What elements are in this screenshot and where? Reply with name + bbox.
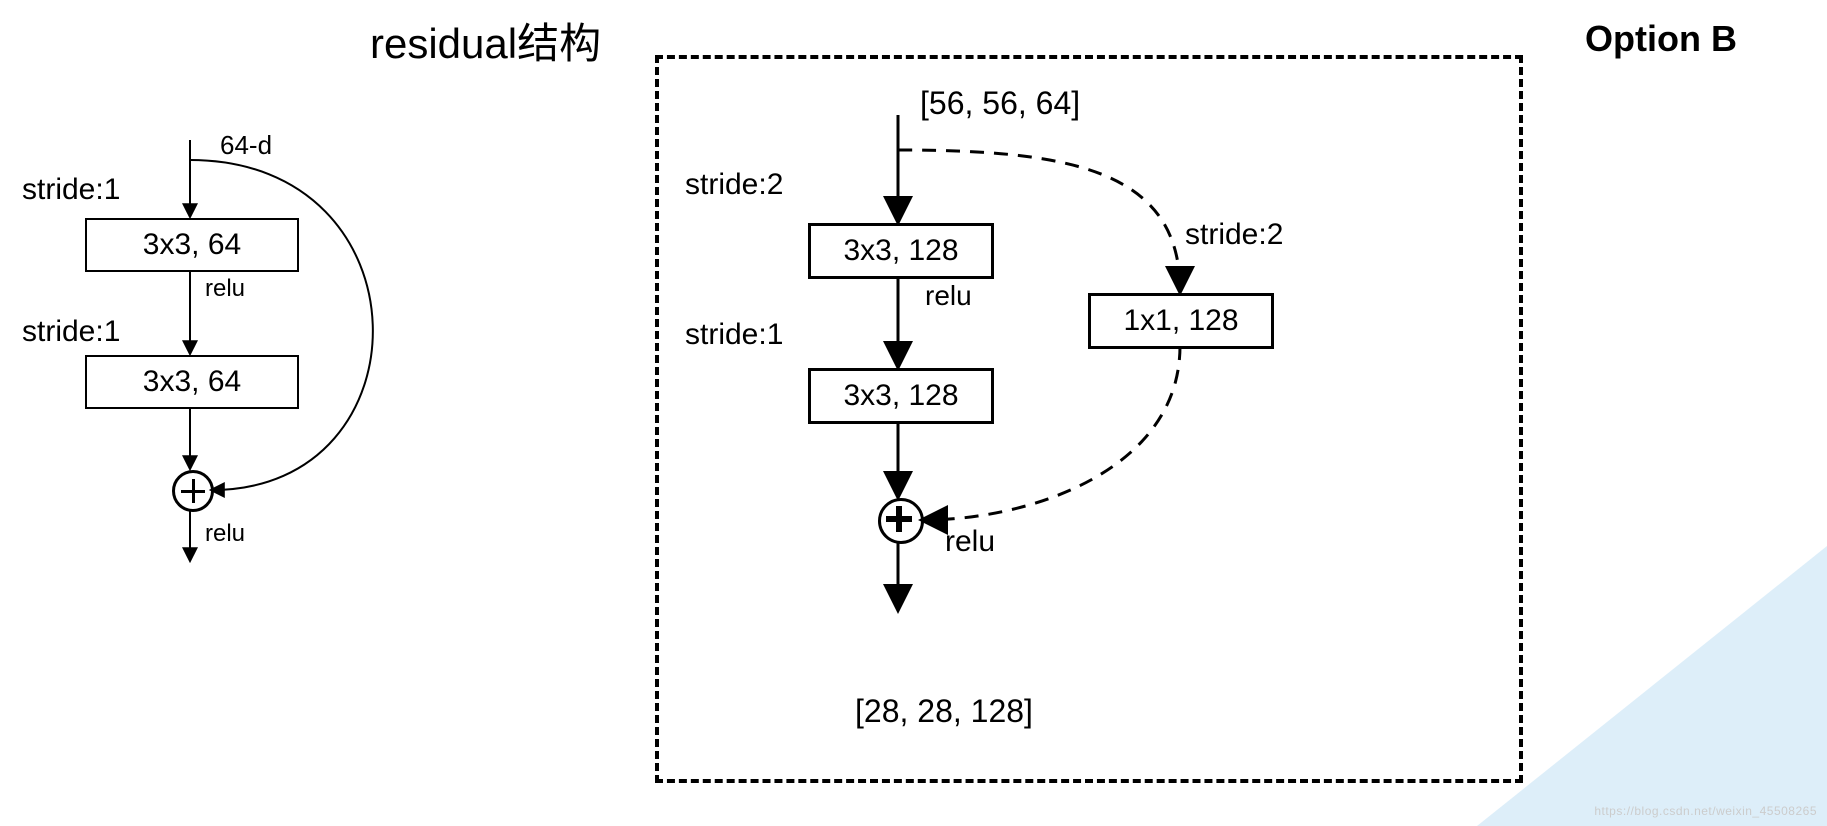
right-shortcut-box: 1x1, 128 (1088, 293, 1274, 349)
right-add-node (878, 498, 924, 544)
right-shortcut-text: 1x1, 128 (1123, 304, 1238, 338)
diagram-title: residual结构 (370, 10, 601, 71)
right-output-shape: [28, 28, 128] (855, 693, 1033, 730)
left-add-node (172, 470, 214, 512)
right-relu-out: relu (945, 525, 995, 559)
right-conv1-text: 3x3, 128 (843, 234, 958, 268)
option-b-box (655, 55, 1523, 783)
right-relu-mid: relu (925, 280, 972, 312)
left-stride-1a: stride:1 (22, 173, 120, 207)
left-conv1-text: 3x3, 64 (143, 228, 241, 262)
decorative-triangle (1477, 546, 1827, 826)
right-stride2-a: stride:2 (685, 168, 783, 202)
right-conv1-box: 3x3, 128 (808, 223, 994, 279)
left-conv1-box: 3x3, 64 (85, 218, 299, 272)
left-input-dim: 64-d (220, 130, 272, 161)
left-conv2-text: 3x3, 64 (143, 365, 241, 399)
option-b-label: Option B (1585, 18, 1737, 60)
left-relu-mid: relu (205, 275, 245, 303)
watermark-text: https://blog.csdn.net/weixin_45508265 (1594, 804, 1817, 818)
right-conv2-box: 3x3, 128 (808, 368, 994, 424)
right-input-shape: [56, 56, 64] (920, 85, 1080, 122)
left-conv2-box: 3x3, 64 (85, 355, 299, 409)
right-stride1-b: stride:1 (685, 318, 783, 352)
left-relu-out: relu (205, 520, 245, 548)
left-stride-1b: stride:1 (22, 315, 120, 349)
right-conv2-text: 3x3, 128 (843, 379, 958, 413)
right-stride2-c: stride:2 (1185, 218, 1283, 252)
